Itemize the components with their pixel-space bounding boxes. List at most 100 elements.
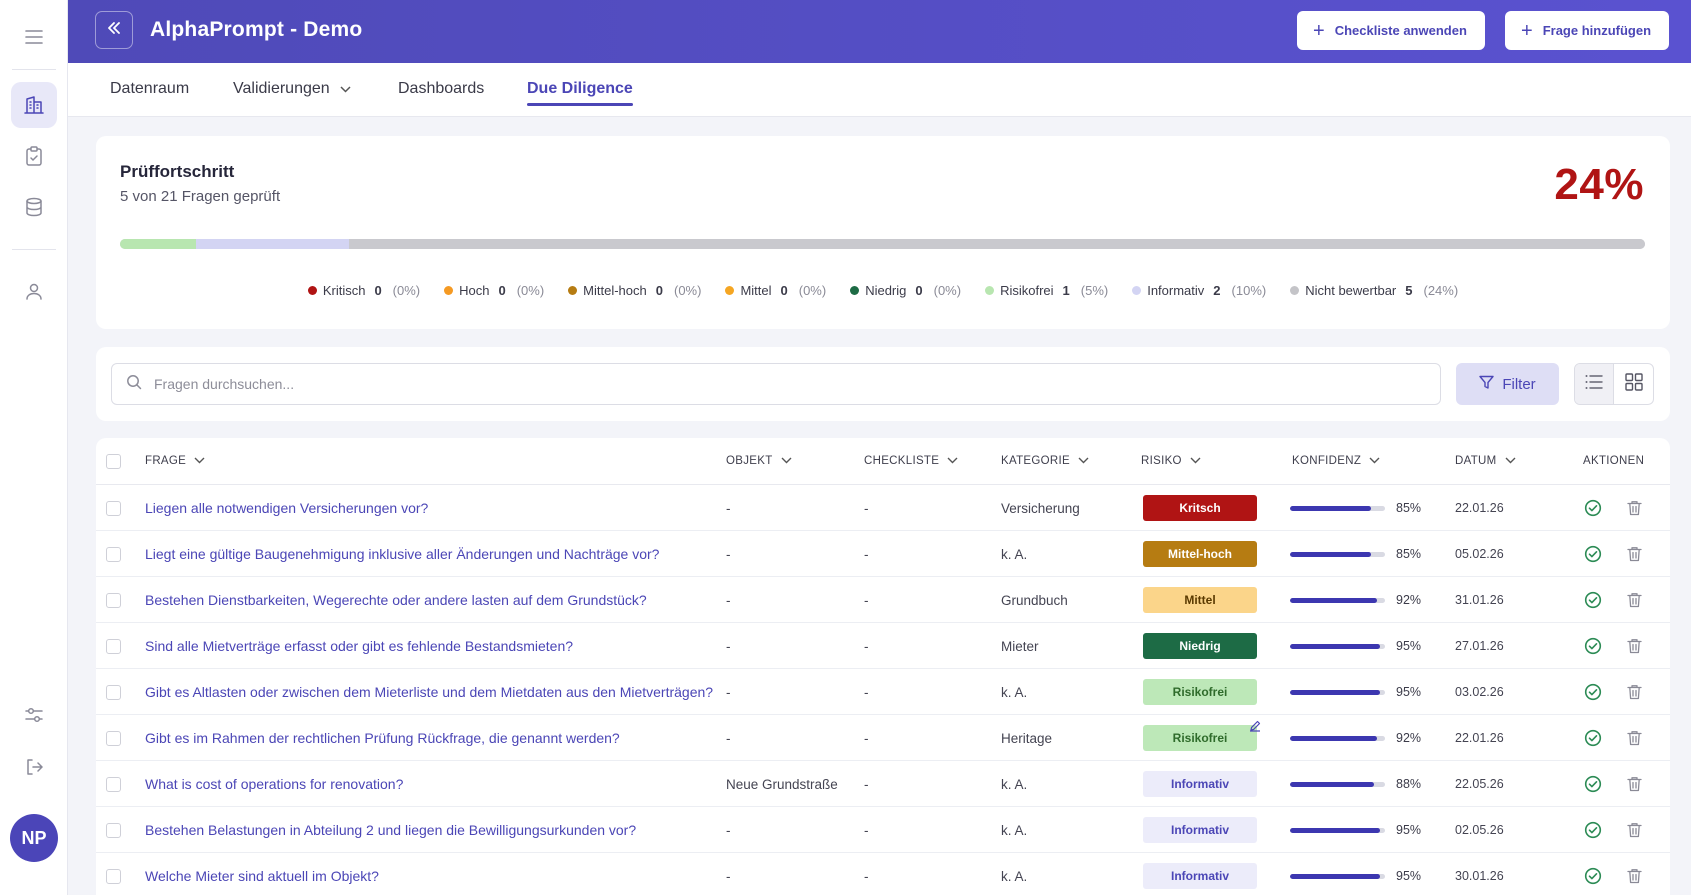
tab-dashboards[interactable]: Dashboards — [398, 80, 484, 98]
search-input[interactable] — [154, 376, 1354, 392]
delete-button[interactable] — [1627, 715, 1642, 761]
grid-view-button[interactable] — [1614, 364, 1653, 404]
table-row[interactable]: What is cost of operations for renovatio… — [96, 761, 1670, 807]
menu-icon[interactable] — [11, 14, 57, 60]
legend-dot — [1290, 286, 1300, 295]
column-objekt[interactable]: OBJEKT — [726, 455, 792, 467]
column-kategorie[interactable]: KATEGORIE — [1001, 455, 1089, 467]
table-row[interactable]: Sind alle Mietverträge erfasst oder gibt… — [96, 623, 1670, 669]
approve-button[interactable] — [1584, 669, 1602, 715]
delete-button[interactable] — [1627, 761, 1642, 807]
add-question-button[interactable]: + Frage hinzufügen — [1505, 11, 1670, 50]
column-datum[interactable]: DATUM — [1455, 455, 1516, 467]
question-link[interactable]: Bestehen Belastungen in Abteilung 2 und … — [145, 807, 636, 853]
delete-button[interactable] — [1627, 485, 1642, 531]
delete-button[interactable] — [1627, 623, 1642, 669]
approve-button[interactable] — [1584, 853, 1602, 895]
confidence-bar — [1290, 689, 1385, 695]
check-circle-icon — [1584, 545, 1602, 563]
avatar[interactable]: NP — [10, 814, 58, 862]
approve-button[interactable] — [1584, 623, 1602, 669]
category-cell: Mieter — [1001, 638, 1039, 654]
user-icon[interactable] — [11, 268, 57, 314]
column-konfidenz[interactable]: KONFIDENZ — [1292, 455, 1380, 467]
row-checkbox[interactable] — [106, 546, 121, 562]
question-link[interactable]: Liegen alle notwendigen Versicherungen v… — [145, 485, 428, 531]
risk-badge[interactable]: Informativ — [1143, 817, 1257, 843]
filter-button[interactable]: Filter — [1456, 363, 1559, 405]
progress-segment — [348, 239, 1645, 249]
risk-badge[interactable]: Mittel — [1143, 587, 1257, 613]
delete-button[interactable] — [1627, 853, 1642, 895]
clipboard-check-icon[interactable] — [11, 133, 57, 179]
row-checkbox[interactable] — [106, 592, 121, 608]
collapse-button[interactable] — [95, 11, 133, 49]
row-checkbox[interactable] — [106, 730, 121, 746]
question-link[interactable]: Gibt es Altlasten oder zwischen dem Miet… — [145, 669, 713, 715]
delete-button[interactable] — [1627, 577, 1642, 623]
tab-validierungen[interactable]: Validierungen — [233, 80, 351, 98]
row-checkbox[interactable] — [106, 684, 121, 700]
question-link[interactable]: Gibt es im Rahmen der rechtlichen Prüfun… — [145, 715, 620, 761]
tab-validierungen-label: Validierungen — [233, 80, 330, 97]
question-link[interactable]: Bestehen Dienstbarkeiten, Wegerechte ode… — [145, 577, 647, 623]
question-link[interactable]: Welche Mieter sind aktuell im Objekt? — [145, 853, 379, 895]
legend-label: Nicht bewertbar — [1305, 283, 1397, 298]
apply-checklist-button[interactable]: + Checkliste anwenden — [1297, 11, 1485, 50]
risk-legend: Kritisch 0 (0%) Hoch 0 (0%) Mittel-hoch 0 (0%) Mi… — [96, 283, 1670, 298]
row-checkbox[interactable] — [106, 638, 121, 654]
delete-button[interactable] — [1627, 669, 1642, 715]
tab-datenraum[interactable]: Datenraum — [110, 80, 189, 98]
approve-button[interactable] — [1584, 715, 1602, 761]
search-box[interactable] — [111, 363, 1441, 405]
confidence-bar — [1290, 551, 1385, 557]
risk-badge[interactable]: Informativ — [1143, 863, 1257, 889]
question-link[interactable]: Sind alle Mietverträge erfasst oder gibt… — [145, 623, 573, 669]
logout-icon[interactable] — [11, 744, 57, 790]
risk-badge[interactable]: Risikofrei — [1143, 725, 1257, 751]
pencil-icon[interactable] — [1249, 703, 1261, 749]
risk-badge[interactable]: Niedrig — [1143, 633, 1257, 659]
approve-button[interactable] — [1584, 485, 1602, 531]
select-all-checkbox[interactable] — [106, 454, 121, 469]
grid-view-icon — [1624, 372, 1643, 396]
checklist-cell: - — [864, 546, 869, 562]
row-checkbox[interactable] — [106, 822, 121, 838]
table-row[interactable]: Gibt es Altlasten oder zwischen dem Miet… — [96, 669, 1670, 715]
question-link[interactable]: Liegt eine gültige Baugenehmigung inklus… — [145, 531, 659, 577]
approve-button[interactable] — [1584, 577, 1602, 623]
list-view-button[interactable] — [1575, 364, 1615, 404]
building-icon[interactable] — [11, 82, 57, 128]
check-circle-icon — [1584, 867, 1602, 885]
delete-button[interactable] — [1627, 807, 1642, 853]
row-checkbox[interactable] — [106, 500, 121, 516]
table-row[interactable]: Gibt es im Rahmen der rechtlichen Prüfun… — [96, 715, 1670, 761]
database-icon[interactable] — [11, 184, 57, 230]
app-title: AlphaPrompt - Demo — [150, 18, 363, 41]
row-checkbox[interactable] — [106, 776, 121, 792]
tab-due-diligence[interactable]: Due Diligence — [527, 80, 633, 106]
risk-badge[interactable]: Risikofrei — [1143, 679, 1257, 705]
approve-button[interactable] — [1584, 761, 1602, 807]
question-link[interactable]: What is cost of operations for renovatio… — [145, 761, 403, 807]
check-circle-icon — [1584, 637, 1602, 655]
risk-badge[interactable]: Kritsch — [1143, 495, 1257, 521]
table-row[interactable]: Liegen alle notwendigen Versicherungen v… — [96, 485, 1670, 531]
table-row[interactable]: Liegt eine gültige Baugenehmigung inklus… — [96, 531, 1670, 577]
row-checkbox[interactable] — [106, 868, 121, 884]
legend-dot — [985, 286, 995, 295]
column-checkliste[interactable]: CHECKLISTE — [864, 455, 958, 467]
approve-button[interactable] — [1584, 807, 1602, 853]
approve-button[interactable] — [1584, 531, 1602, 577]
table-row[interactable]: Bestehen Dienstbarkeiten, Wegerechte ode… — [96, 577, 1670, 623]
column-risiko[interactable]: RISIKO — [1141, 455, 1201, 467]
column-frage[interactable]: FRAGE — [145, 455, 205, 467]
table-row[interactable]: Bestehen Belastungen in Abteilung 2 und … — [96, 807, 1670, 853]
sliders-icon[interactable] — [11, 692, 57, 738]
table-row[interactable]: Welche Mieter sind aktuell im Objekt? - - k… — [96, 853, 1670, 895]
delete-button[interactable] — [1627, 531, 1642, 577]
confidence-percent: 85% — [1396, 501, 1422, 515]
risk-badge[interactable]: Informativ — [1143, 771, 1257, 797]
risk-badge[interactable]: Mittel-hoch — [1143, 541, 1257, 567]
legend-item: Mittel 0 (0%) — [725, 283, 826, 298]
